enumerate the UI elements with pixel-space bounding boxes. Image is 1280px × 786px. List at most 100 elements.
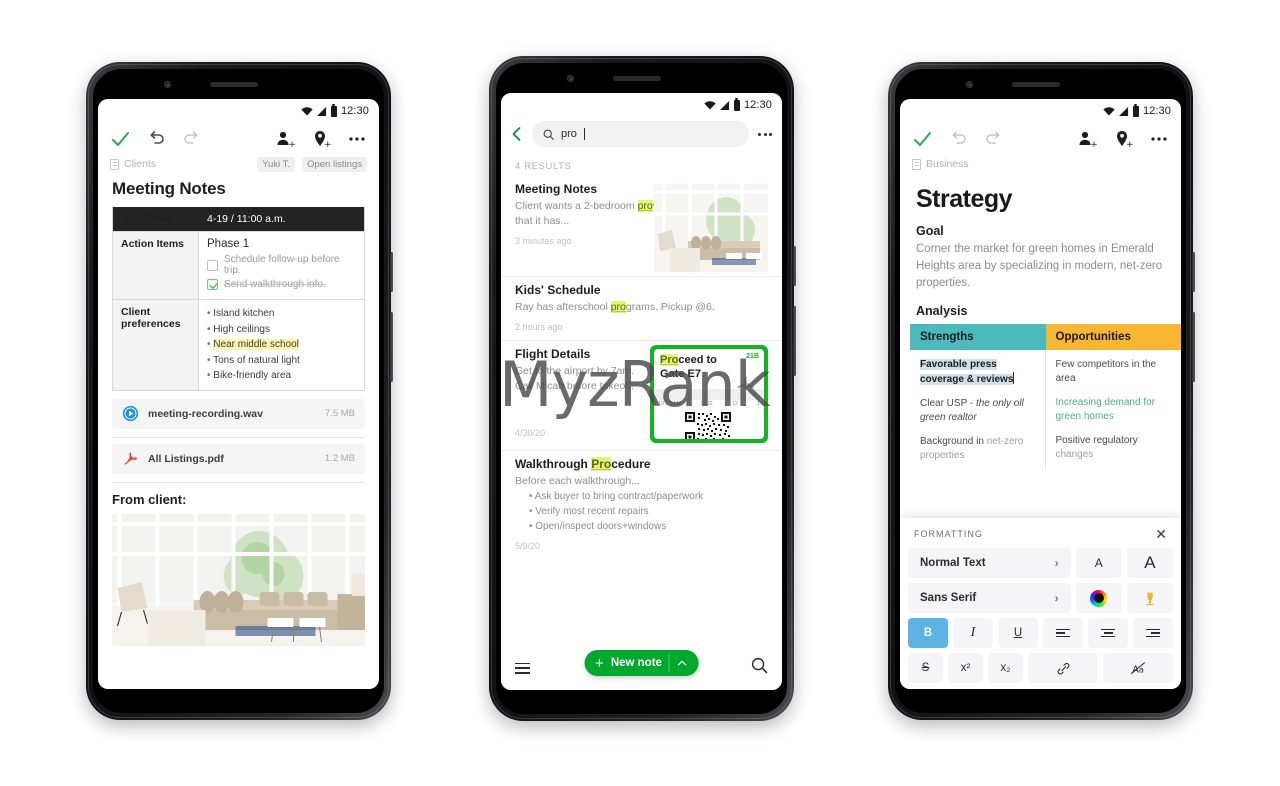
highlight-color-button[interactable]	[1126, 583, 1173, 613]
result-thumbnail[interactable]	[654, 184, 768, 272]
close-icon[interactable]: ✕	[1155, 527, 1167, 541]
swot-body[interactable]: Few competitors in the area Increasing d…	[1046, 350, 1182, 470]
goal-heading: Goal	[916, 224, 944, 238]
checkbox-unchecked-icon[interactable]	[207, 259, 218, 271]
checklist-item[interactable]: Schedule follow-up before trip.	[207, 254, 356, 276]
signal-icon	[1119, 106, 1129, 116]
list-item: Island kitchen	[207, 306, 356, 322]
paragraph-style-button[interactable]: Normal Text ›	[908, 548, 1071, 578]
add-tag-icon[interactable]: +	[311, 129, 331, 149]
list-item: Tons of natural light	[207, 353, 356, 369]
earpiece-speaker	[1012, 82, 1060, 87]
results-count: 4 RESULTS	[515, 161, 572, 172]
checklist-item[interactable]: Send walkthrough info.	[207, 279, 356, 290]
phone2-power-button[interactable]	[793, 306, 796, 376]
status-time: 12:30	[340, 105, 369, 117]
back-chevron-icon[interactable]	[509, 126, 525, 142]
formatting-row: Sans Serif ›	[908, 583, 1173, 613]
result-snippet: Before each walkthrough...	[515, 475, 640, 487]
phone3-power-button[interactable]	[1192, 312, 1195, 382]
client-photo[interactable]	[112, 513, 365, 646]
align-center-button[interactable]	[1088, 618, 1128, 648]
swot-column-strengths: Strengths Favorable press coverage & rev…	[910, 324, 1046, 470]
add-person-icon[interactable]: +	[1077, 129, 1097, 149]
add-person-icon[interactable]: +	[275, 129, 295, 149]
swot-header: Strengths	[910, 324, 1046, 350]
redo-icon[interactable]	[182, 129, 202, 149]
phone1-power-button[interactable]	[390, 312, 393, 382]
phone2-screen: 12:30 pro 4 RESULTS Meeting Notes Client…	[501, 93, 782, 690]
checklist-text: Send walkthrough info.	[224, 279, 326, 290]
result-title: Walkthrough Procedure	[515, 457, 651, 471]
more-icon[interactable]	[1149, 129, 1169, 149]
check-icon[interactable]	[912, 129, 932, 149]
tag-chip[interactable]: Yuki T.	[257, 156, 296, 172]
search-query-text: pro	[561, 128, 577, 140]
search-result-item[interactable]: Meeting Notes Client wants a 2-bedroom p…	[501, 176, 782, 276]
notebook-name[interactable]: Clients	[124, 158, 156, 170]
phone-device-2: 12:30 pro 4 RESULTS Meeting Notes Client…	[489, 56, 796, 721]
superscript-button[interactable]: x²	[948, 653, 983, 683]
search-input[interactable]: pro	[532, 121, 749, 147]
boarding-pass-thumbnail[interactable]: 21B Proceed to Gate E7 10:15 AM 1902 12 …	[650, 345, 768, 443]
strikethrough-button[interactable]: S	[908, 653, 943, 683]
italic-button[interactable]: I	[953, 618, 993, 648]
search-result-item[interactable]: Flight Details Get to the airport by 7am…	[501, 340, 782, 450]
divider	[112, 436, 365, 438]
insert-link-button[interactable]	[1028, 653, 1098, 683]
analysis-heading: Analysis	[916, 304, 968, 318]
note-title[interactable]: Meeting Notes	[98, 175, 379, 207]
redo-icon[interactable]	[984, 129, 1004, 149]
subscript-button[interactable]: x₂	[988, 653, 1023, 683]
list-item: Near middle school	[207, 337, 356, 353]
add-tag-icon[interactable]: +	[1113, 129, 1133, 149]
align-right-button[interactable]	[1133, 618, 1173, 648]
check-icon[interactable]	[110, 129, 130, 149]
checkbox-checked-icon[interactable]	[207, 279, 218, 290]
formatting-panel: FORMATTING ✕ Normal Text › A A Sans Seri…	[900, 518, 1181, 689]
result-snippet: Ray has afterschool programs. Pickup @6.	[515, 301, 715, 313]
status-time: 12:30	[743, 99, 772, 111]
tag-chip[interactable]: Open listings	[302, 156, 367, 172]
more-icon[interactable]	[347, 129, 367, 149]
svg-text:a: a	[1139, 664, 1144, 674]
list-item: Bike-friendly area	[207, 368, 356, 384]
formatting-row: Normal Text › A A	[908, 548, 1173, 578]
note-title[interactable]: Strategy	[900, 175, 1181, 224]
battery-icon	[733, 97, 740, 111]
font-family-button[interactable]: Sans Serif ›	[908, 583, 1071, 613]
align-left-button[interactable]	[1043, 618, 1083, 648]
search-header: pro	[501, 115, 782, 155]
audio-play-icon[interactable]	[122, 405, 139, 422]
search-result-item[interactable]: Kids' Schedule Ray has afterschool progr…	[501, 276, 782, 340]
search-result-item[interactable]: Walkthrough Procedure Before each walkth…	[501, 450, 782, 559]
goal-text[interactable]: Corner the market for green homes in Eme…	[900, 241, 1181, 304]
search-icon-button[interactable]	[751, 657, 768, 679]
increase-font-size-button[interactable]: A	[1126, 548, 1173, 578]
undo-icon[interactable]	[146, 129, 166, 149]
clear-formatting-button[interactable]: A a	[1103, 653, 1173, 683]
phone2-volume-button[interactable]	[793, 246, 796, 286]
bold-button[interactable]: B	[908, 618, 948, 648]
chevron-up-icon[interactable]	[668, 654, 695, 672]
new-note-button[interactable]: + New note	[584, 650, 699, 676]
pdf-icon[interactable]	[122, 450, 139, 467]
svg-text:+: +	[1126, 140, 1133, 149]
swot-body[interactable]: Favorable press coverage & reviews Clear…	[910, 350, 1046, 470]
underline-button[interactable]: U	[998, 618, 1038, 648]
phone3-volume-button[interactable]	[1192, 252, 1195, 292]
notebook-name[interactable]: Business	[926, 158, 969, 170]
search-icon[interactable]	[751, 657, 768, 674]
more-icon[interactable]	[758, 132, 772, 136]
hamburger-icon[interactable]	[515, 662, 530, 674]
phone1-volume-button[interactable]	[390, 252, 393, 292]
table-cell-value[interactable]: 4-19 / 11:00 a.m.	[199, 207, 364, 231]
decrease-font-size-button[interactable]: A	[1075, 548, 1122, 578]
text-color-button[interactable]	[1075, 583, 1122, 613]
wifi-icon	[704, 100, 716, 109]
undo-icon[interactable]	[948, 129, 968, 149]
attachment-row[interactable]: meeting-recording.wav 7.5 MB	[112, 398, 365, 429]
svg-text:+: +	[1090, 140, 1097, 149]
phone3-screen: 12:30 + + Business Strategy Goal Corner …	[900, 99, 1181, 689]
attachment-row[interactable]: All Listings.pdf 1.2 MB	[112, 443, 365, 474]
